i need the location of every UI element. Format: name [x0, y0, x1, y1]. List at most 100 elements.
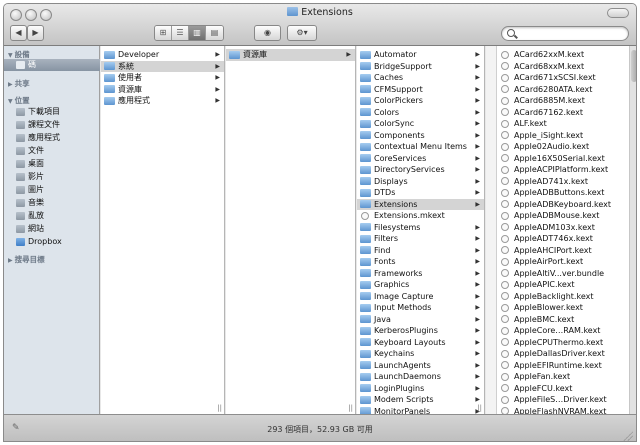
column-resizer[interactable]: || — [217, 404, 222, 412]
list-item[interactable]: ACard6885M.kext — [497, 95, 636, 107]
list-item[interactable]: Apple_iSight.kext — [497, 130, 636, 142]
sidebar-shared-header[interactable]: ▶ 共享 — [8, 78, 30, 89]
list-item[interactable]: Graphics ▶ — [357, 279, 484, 291]
list-item[interactable]: Developer ▶ — [101, 49, 224, 61]
list-item[interactable]: AppleADT746x.kext — [497, 233, 636, 245]
list-item[interactable]: AppleAirPort.kext — [497, 256, 636, 268]
list-item[interactable]: AppleBMC.kext — [497, 314, 636, 326]
list-item[interactable]: AppleFan.kext — [497, 371, 636, 383]
list-item[interactable]: Apple16X50Serial.kext — [497, 153, 636, 165]
list-item[interactable]: Modem Scripts ▶ — [357, 394, 484, 406]
list-item[interactable]: 資源庫 ▶ — [226, 49, 355, 61]
sidebar-places-header[interactable]: ▼ 位置 — [8, 95, 30, 106]
column-resizer[interactable]: || — [477, 404, 482, 412]
list-item[interactable]: Colors ▶ — [357, 107, 484, 119]
list-item[interactable]: AppleBlower.kext — [497, 302, 636, 314]
list-item[interactable]: 使用者 ▶ — [101, 72, 224, 84]
list-item[interactable]: Fonts ▶ — [357, 256, 484, 268]
list-item[interactable]: Contextual Menu Items ▶ — [357, 141, 484, 153]
list-item[interactable]: Extensions.mkext — [357, 210, 484, 222]
list-item[interactable]: DirectoryServices ▶ — [357, 164, 484, 176]
list-item[interactable]: KerberosPlugins ▶ — [357, 325, 484, 337]
sidebar-item-dropbox[interactable]: Dropbox — [16, 236, 100, 248]
list-item[interactable]: AppleCPUThermo.kext — [497, 337, 636, 349]
sidebar-item-downloads[interactable]: 下載項目 — [16, 106, 100, 118]
list-item[interactable]: AppleACPIPlatform.kext — [497, 164, 636, 176]
list-item[interactable]: CoreServices ▶ — [357, 153, 484, 165]
list-item[interactable]: AppleAHCIPort.kext — [497, 245, 636, 257]
toolbar-toggle-button[interactable] — [607, 8, 629, 18]
list-item[interactable]: LoginPlugins ▶ — [357, 383, 484, 395]
list-item[interactable]: ACard62xxM.kext — [497, 49, 636, 61]
list-item[interactable]: Displays ▶ — [357, 176, 484, 188]
list-item[interactable]: Image Capture ▶ — [357, 291, 484, 303]
sidebar-item-misc[interactable]: 亂放 — [16, 210, 100, 222]
list-item[interactable]: AppleCore…RAM.kext — [497, 325, 636, 337]
list-item[interactable]: Keychains ▶ — [357, 348, 484, 360]
sidebar-item-movies[interactable]: 影片 — [16, 171, 100, 183]
list-item[interactable]: ACard67162.kext — [497, 107, 636, 119]
list-item[interactable]: ColorSync ▶ — [357, 118, 484, 130]
list-item[interactable]: DTDs ▶ — [357, 187, 484, 199]
list-item[interactable]: CFMSupport ▶ — [357, 84, 484, 96]
list-item[interactable]: Frameworks ▶ — [357, 268, 484, 280]
list-item[interactable]: AppleADBButtons.kext — [497, 187, 636, 199]
list-item[interactable]: Input Methods ▶ — [357, 302, 484, 314]
list-item[interactable]: BridgeSupport ▶ — [357, 61, 484, 73]
back-button[interactable]: ◀ — [10, 25, 27, 41]
list-item[interactable]: AppleADBMouse.kext — [497, 210, 636, 222]
list-item[interactable]: Apple02Audio.kext — [497, 141, 636, 153]
list-item[interactable]: Caches ▶ — [357, 72, 484, 84]
sidebar-search-header[interactable]: ▶ 搜尋目標 — [8, 254, 45, 265]
list-item[interactable]: Find ▶ — [357, 245, 484, 257]
sidebar-item-device[interactable]: 碼 — [4, 59, 100, 71]
list-item[interactable]: Components ▶ — [357, 130, 484, 142]
list-item[interactable]: AppleAltiV...ver.bundle — [497, 268, 636, 280]
list-item[interactable]: LaunchDaemons ▶ — [357, 371, 484, 383]
list-item[interactable]: 應用程式 ▶ — [101, 95, 224, 107]
list-item[interactable]: ALF.kext — [497, 118, 636, 130]
sidebar-item-music[interactable]: 音樂 — [16, 197, 100, 209]
sidebar-item-desktop[interactable]: 桌面 — [16, 158, 100, 170]
resize-grip[interactable] — [623, 431, 633, 441]
list-item[interactable]: AppleADBKeyboard.kext — [497, 199, 636, 211]
column-view-button[interactable]: ▥ — [189, 26, 206, 40]
forward-button[interactable]: ▶ — [27, 25, 44, 41]
list-item[interactable]: ACard6280ATA.kext — [497, 84, 636, 96]
list-view-button[interactable]: ☰ — [172, 26, 189, 40]
column-resizer[interactable]: || — [348, 404, 353, 412]
list-item[interactable]: AppleFileS…Driver.kext — [497, 394, 636, 406]
list-item[interactable]: Filesystems ▶ — [357, 222, 484, 234]
list-item[interactable]: Java ▶ — [357, 314, 484, 326]
sidebar-item-pictures[interactable]: 圖片 — [16, 184, 100, 196]
list-item[interactable]: Automator ▶ — [357, 49, 484, 61]
list-item[interactable]: LaunchAgents ▶ — [357, 360, 484, 372]
action-menu-button[interactable]: ⚙▾ — [287, 25, 317, 41]
list-item[interactable]: AppleAD741x.kext — [497, 176, 636, 188]
list-item[interactable]: Keyboard Layouts ▶ — [357, 337, 484, 349]
sidebar-item-applications[interactable]: 應用程式 — [16, 132, 100, 144]
search-field[interactable] — [501, 26, 629, 41]
list-item[interactable]: Filters ▶ — [357, 233, 484, 245]
sidebar-item-course-docs[interactable]: 課程文件 — [16, 119, 100, 131]
coverflow-view-button[interactable]: ▤ — [206, 26, 223, 40]
quick-look-button[interactable]: ◉ — [254, 25, 281, 41]
list-item[interactable]: Extensions ▶ — [357, 198, 484, 210]
list-item[interactable]: ACard671xSCSI.kext — [497, 72, 636, 84]
disclosure-arrow-icon: ▶ — [475, 143, 480, 150]
list-item[interactable]: AppleADM103x.kext — [497, 222, 636, 234]
list-item[interactable]: 資源庫 ▶ — [101, 84, 224, 96]
list-item[interactable]: AppleBacklight.kext — [497, 291, 636, 303]
icon-view-button[interactable]: ⊞ — [155, 26, 172, 40]
list-item[interactable]: AppleDallasDriver.kext — [497, 348, 636, 360]
list-item[interactable]: ACard68xxM.kext — [497, 61, 636, 73]
sidebar-item-sites[interactable]: 網站 — [16, 223, 100, 235]
sidebar-item-documents[interactable]: 文件 — [16, 145, 100, 157]
scrollbar-thumb[interactable] — [631, 50, 636, 82]
list-item[interactable]: ColorPickers ▶ — [357, 95, 484, 107]
list-item[interactable]: 系統 ▶ — [101, 60, 224, 72]
list-item[interactable]: AppleEFIRuntime.kext — [497, 360, 636, 372]
list-item[interactable]: AppleAPIC.kext — [497, 279, 636, 291]
list-item[interactable]: AppleFCU.kext — [497, 383, 636, 395]
vertical-scrollbar[interactable] — [629, 46, 636, 414]
